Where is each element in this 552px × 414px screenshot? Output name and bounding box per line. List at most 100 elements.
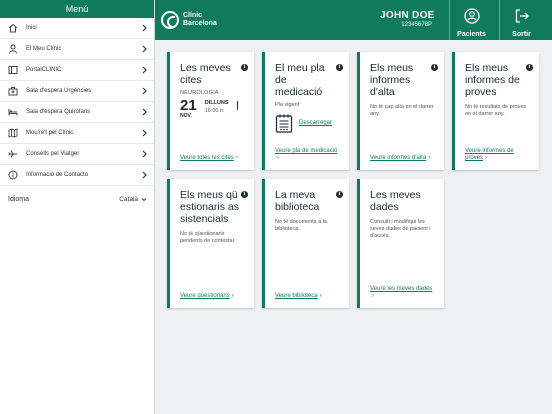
sidebar-item-label: El Meu Clínic	[26, 46, 62, 52]
info-icon[interactable]: i	[431, 64, 438, 71]
home-icon	[8, 23, 18, 33]
language-select[interactable]: Català	[119, 196, 147, 203]
card-test-reports[interactable]: Els meus informes de proves i No té resu…	[452, 52, 539, 170]
info-icon[interactable]: i	[526, 64, 533, 71]
card-title: Les meves dades	[370, 189, 421, 213]
sidebar-item-label: Consells pel Viatger	[26, 151, 80, 157]
link-label: Veure qüestionaris	[180, 293, 230, 299]
appointment-day: 21	[180, 97, 197, 114]
sidebar-menu: Menú Inici El Meu Clínic PortalCLINIC Sa…	[0, 0, 155, 414]
sidebar-item-surgery-waiting[interactable]: Sala d'espera Quiròfans	[0, 102, 154, 123]
patients-icon	[463, 8, 480, 24]
chevron-right-icon	[142, 150, 147, 158]
sidebar-item-label: Sala d'espera Urgències	[26, 88, 92, 94]
link-label: Veure biblioteca	[275, 293, 318, 299]
top-bar: Clínic Barcelona JOHN DOE 12345678P Paci…	[155, 0, 552, 40]
language-label: Idioma	[8, 195, 30, 203]
chevron-right-icon	[142, 24, 147, 32]
chevron-right-icon: ›	[231, 293, 234, 299]
sidebar-item-label: Informació de Contacto	[26, 172, 89, 178]
card-my-data[interactable]: Les meves dades Consulti i modifiqui les…	[357, 179, 444, 308]
language-value: Català	[119, 195, 138, 203]
chevron-right-icon: ›	[319, 293, 322, 299]
info-icon	[8, 170, 18, 180]
logout-label: Sortir	[512, 31, 531, 38]
chevron-right-icon	[142, 129, 147, 137]
sidebar-item-label: PortalCLINIC	[26, 67, 62, 73]
info-icon[interactable]: i	[241, 64, 248, 71]
logo-line2: Barcelona	[183, 20, 217, 27]
map-icon	[8, 128, 18, 138]
portal-icon	[8, 66, 18, 74]
card-title: Els meus qüestionaris assistencials	[180, 189, 239, 225]
sidebar-item-portalclinic[interactable]: PortalCLINIC	[0, 60, 154, 81]
chevron-right-icon	[142, 45, 147, 53]
card-discharge-reports[interactable]: Els meus informes d'alta i No té cap alt…	[357, 52, 444, 170]
clinic-logo: Clínic Barcelona	[161, 9, 217, 31]
link-label: Veure informes d'alta	[370, 155, 427, 161]
chevron-down-icon	[141, 197, 147, 201]
appointment-time: 16:00 h	[204, 108, 224, 114]
chevron-right-icon: ›	[372, 293, 374, 299]
calendar-list-icon	[275, 114, 293, 133]
menu-header: Menú	[0, 0, 154, 18]
card-text: No té resultats de proves en el darrer a…	[465, 104, 527, 117]
patients-label: Pacients	[457, 31, 486, 38]
sidebar-item-label: Inici	[26, 25, 37, 31]
language-row: Idioma Català	[0, 193, 155, 205]
link-label: Veure totes les cites	[180, 155, 234, 161]
chevron-right-icon	[142, 87, 147, 95]
user-id: 12345678P	[401, 22, 432, 28]
info-icon[interactable]: i	[241, 191, 248, 198]
link-label: Veure les meves dades	[370, 286, 433, 292]
view-questionnaires-link[interactable]: Veure qüestionaris ›	[180, 293, 246, 300]
card-title: Els meus informes de proves	[465, 62, 520, 98]
appointment-date: 21 NOV. DILLUNS 16:00 h	[180, 98, 248, 119]
bed-icon	[8, 109, 18, 116]
info-icon[interactable]: i	[336, 64, 343, 71]
emergency-icon	[8, 87, 18, 96]
sidebar-item-emergency-waiting[interactable]: Sala d'espera Urgències	[0, 81, 154, 102]
card-questionnaires[interactable]: Els meus qüestionaris assistencials i No…	[167, 179, 254, 308]
sidebar-item-label: Mou're't pel Clínic	[26, 130, 74, 136]
link-label: Veure informes de proves	[465, 148, 514, 161]
sidebar-item-contact-info[interactable]: Informació de Contacto	[0, 165, 154, 186]
view-appointments-link[interactable]: Veure totes les cites ›	[180, 155, 246, 162]
sidebar-item-home[interactable]: Inici	[0, 18, 154, 39]
view-library-link[interactable]: Veure biblioteca ›	[275, 293, 341, 300]
appointment-specialty: NEUROLOGIA	[180, 90, 219, 96]
sidebar-item-travel-advice[interactable]: Consells pel Viatger	[0, 144, 154, 165]
person-icon	[9, 44, 17, 54]
appointment-weekday: DILLUNS	[204, 100, 229, 106]
sidebar-item-my-clinic[interactable]: El Meu Clínic	[0, 39, 154, 60]
info-icon[interactable]: i	[336, 191, 343, 198]
view-tests-link[interactable]: Veure informes de proves ›	[465, 148, 531, 162]
download-link[interactable]: Descarregar	[299, 120, 332, 126]
card-medication[interactable]: El meu pla de medicació i Pla vigent Des…	[262, 52, 349, 170]
view-discharge-link[interactable]: Veure informes d'alta ›	[370, 155, 436, 162]
logo-mark-icon	[161, 11, 179, 29]
medication-status: Pla vigent	[275, 102, 300, 108]
link-label: Veure pla de medicació	[275, 148, 338, 154]
chevron-right-icon: ›	[277, 155, 279, 161]
card-appointments[interactable]: Les meves cites i NEUROLOGIA 21 NOV. DIL…	[167, 52, 254, 170]
card-text: No té cap alta en el darrer any.	[370, 104, 434, 117]
view-my-data-link[interactable]: Veure les meves dades›	[370, 286, 436, 300]
sidebar-item-move-around[interactable]: Mou're't pel Clínic	[0, 123, 154, 144]
divider	[236, 101, 238, 110]
chevron-right-icon: ›	[485, 155, 488, 161]
card-text: No té qüestionaris pendents de contestar…	[180, 231, 236, 244]
user-name: JOHN DOE	[380, 10, 435, 21]
logo-line1: Clínic	[183, 12, 203, 19]
card-title: El meu pla de medicació	[275, 62, 325, 98]
chevron-right-icon: ›	[235, 155, 238, 161]
user-info: JOHN DOE 12345678P	[380, 10, 435, 28]
view-medication-link[interactable]: Veure pla de medicació›	[275, 148, 341, 162]
chevron-right-icon: ›	[428, 155, 431, 161]
card-library[interactable]: La meva biblioteca i No té documents a l…	[262, 179, 349, 308]
sidebar-item-label: Sala d'espera Quiròfans	[26, 109, 91, 115]
patients-button[interactable]: Pacients	[449, 0, 493, 40]
card-title: Les meves cites	[180, 62, 231, 86]
card-text: Consulti i modifiqui les seves dades de …	[370, 219, 431, 239]
logout-button[interactable]: Sortir	[499, 0, 543, 40]
